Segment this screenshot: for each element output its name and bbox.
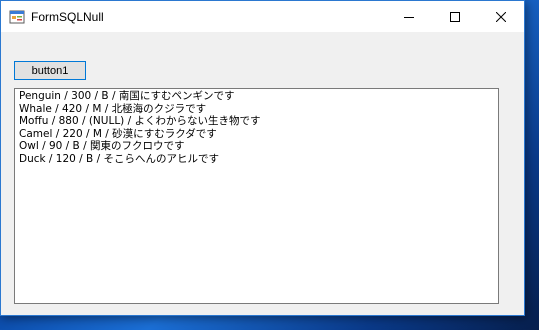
window-title: FormSQLNull xyxy=(31,10,104,24)
close-button[interactable] xyxy=(478,1,524,32)
output-line: Penguin / 300 / B / 南国にすむペンギンです xyxy=(19,90,235,102)
output-line: Camel / 220 / M / 砂漠にすむラクダです xyxy=(19,127,217,140)
minimize-icon xyxy=(404,7,414,26)
output-line: Owl / 90 / B / 関東のフクロウです xyxy=(19,140,185,152)
output-line: Duck / 120 / B / そこらへんのアヒルです xyxy=(19,152,219,165)
winforms-app-icon[interactable] xyxy=(9,9,25,25)
minimize-button[interactable] xyxy=(386,1,432,32)
form-client-area: button1 Penguin / 300 / B / 南国にすむペンギンです … xyxy=(1,32,524,315)
output-line: Moffu / 880 / (NULL) / よくわからない生き物です xyxy=(19,115,261,127)
close-icon xyxy=(495,7,507,26)
app-window: FormSQLNull button1 Penguin / 300 / B / … xyxy=(0,0,525,316)
maximize-icon xyxy=(450,7,460,26)
title-bar[interactable]: FormSQLNull xyxy=(1,1,524,32)
maximize-button[interactable] xyxy=(432,1,478,32)
output-line: Whale / 420 / M / 北極海のクジラです xyxy=(19,102,207,115)
output-textbox[interactable]: Penguin / 300 / B / 南国にすむペンギンです Whale / … xyxy=(14,88,499,304)
button1[interactable]: button1 xyxy=(14,61,86,80)
